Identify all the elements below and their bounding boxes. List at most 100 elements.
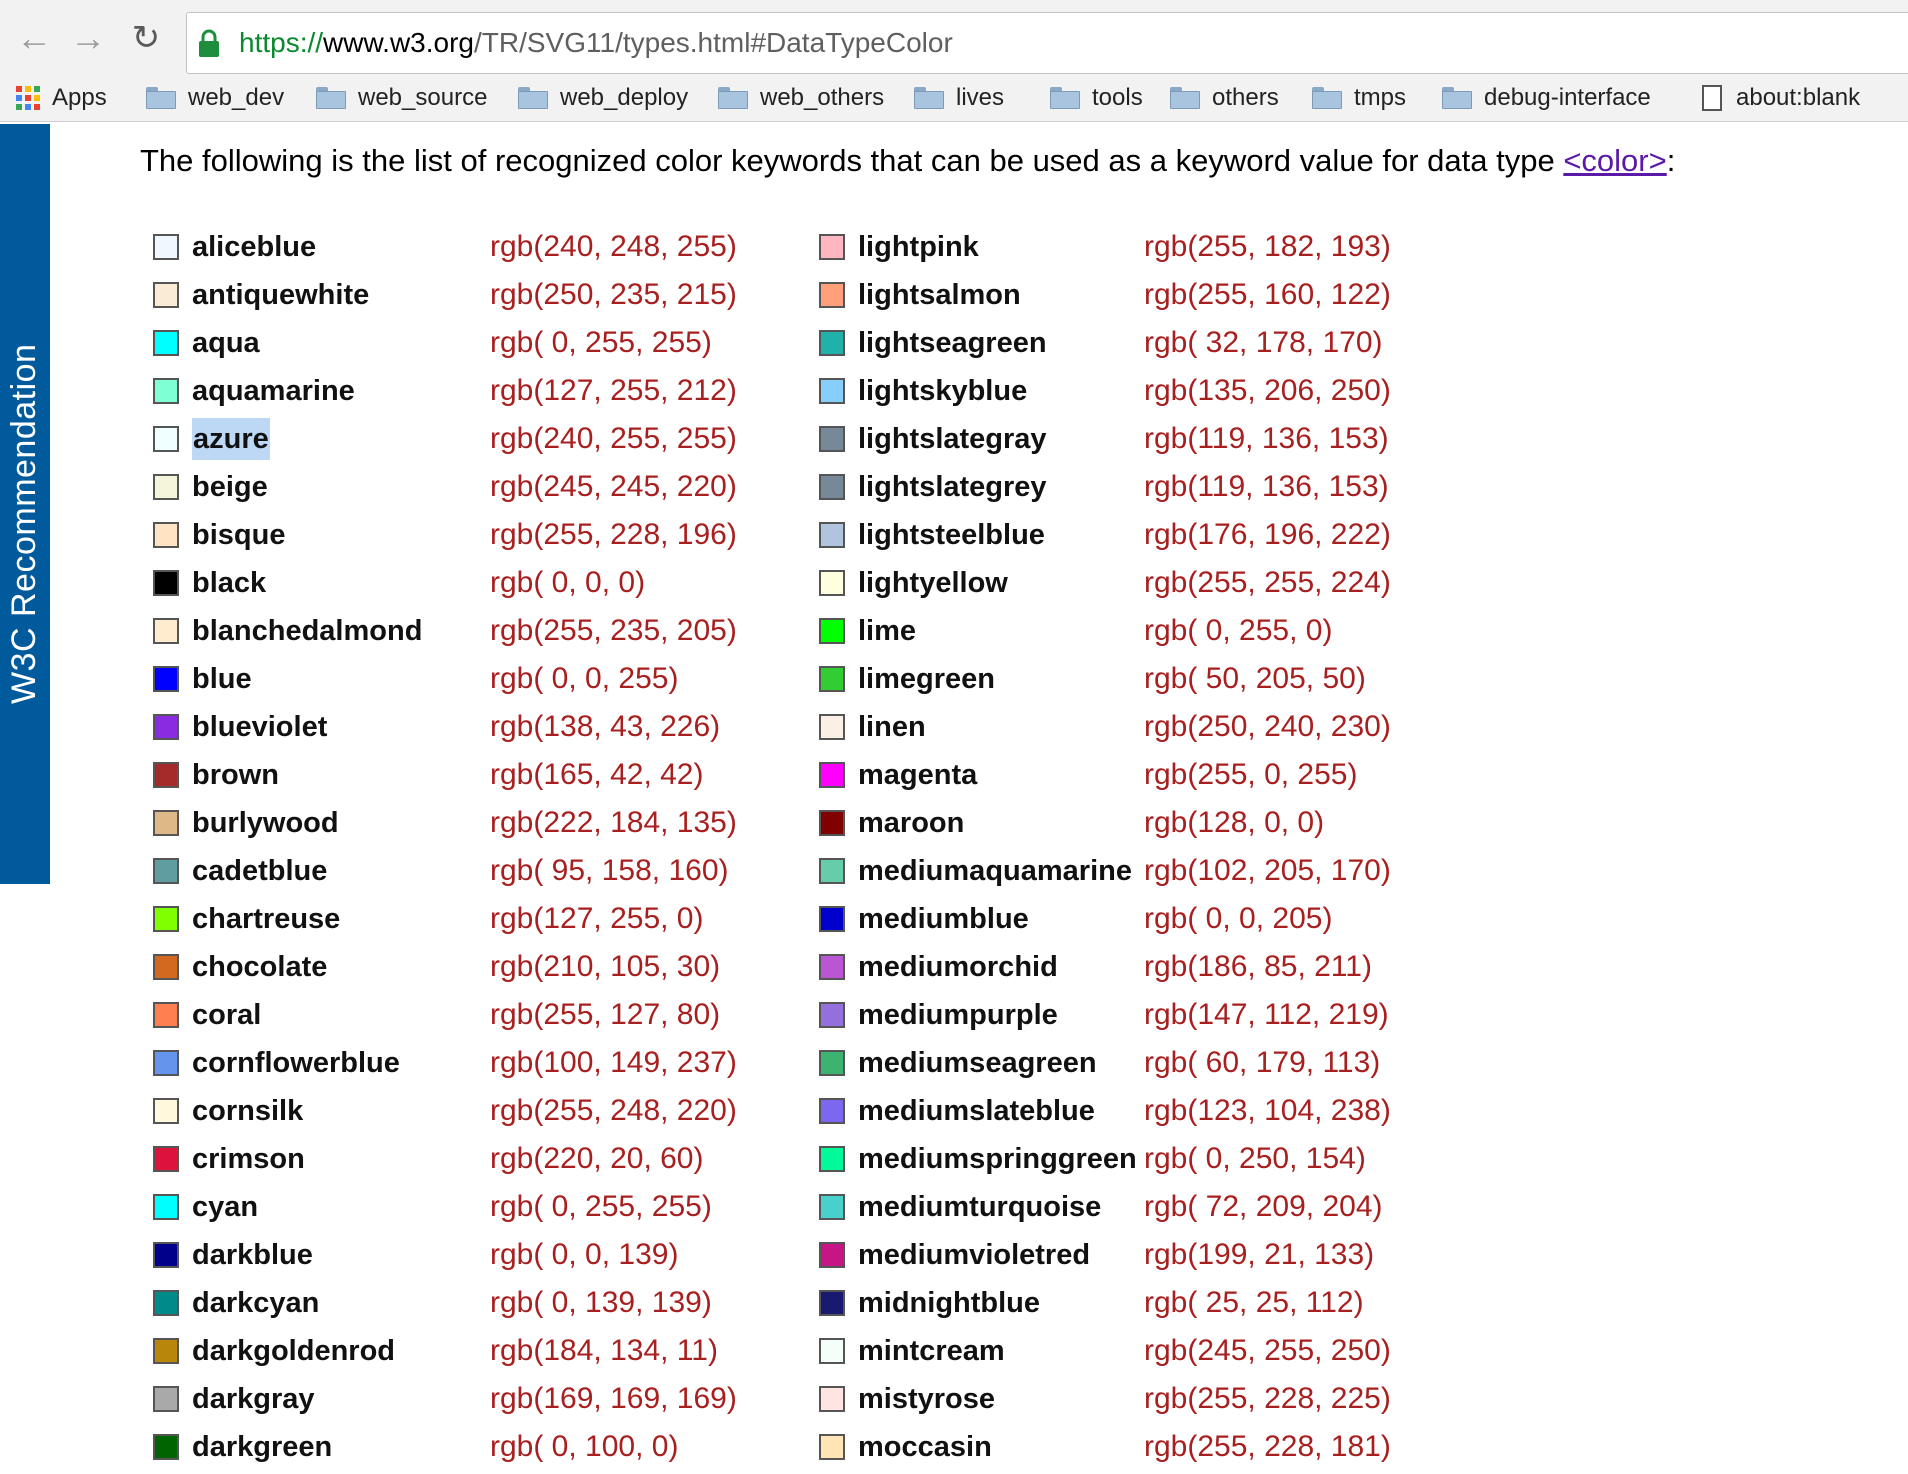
color-rgb-value: rgb(245, 255, 250) — [1144, 1334, 1391, 1367]
color-swatch — [153, 570, 179, 596]
back-arrow-icon[interactable]: ← — [14, 18, 54, 58]
folder-icon — [718, 87, 748, 109]
color-swatch — [153, 378, 179, 404]
color-name: lightseagreen — [858, 327, 1047, 359]
color-name: beige — [192, 471, 268, 503]
color-rgb-value: rgb(222, 184, 135) — [490, 806, 737, 839]
color-name: midnightblue — [858, 1287, 1041, 1319]
color-swatch — [819, 1194, 845, 1220]
color-datatype-link[interactable]: <color> — [1563, 143, 1666, 178]
color-rgb-value: rgb(255, 235, 205) — [490, 614, 737, 647]
color-name: lightyellow — [858, 567, 1008, 599]
color-swatch — [819, 378, 845, 404]
color-swatch — [819, 1290, 845, 1316]
bookmark-5[interactable]: web_others — [718, 78, 884, 118]
color-rgb-value: rgb(250, 235, 215) — [490, 278, 737, 311]
bookmark-label: web_source — [358, 84, 488, 111]
color-name: cadetblue — [192, 855, 328, 887]
color-swatch — [153, 474, 179, 500]
bookmark-label: Apps — [52, 84, 107, 111]
bookmark-10[interactable]: debug-interface — [1442, 78, 1651, 118]
bookmark-label: web_deploy — [560, 84, 689, 111]
bookmark-1[interactable]: Apps — [16, 78, 107, 118]
color-name: mediumturquoise — [858, 1191, 1102, 1223]
color-rgb-value: rgb(127, 255, 0) — [490, 902, 704, 935]
bookmark-label: web_others — [760, 84, 885, 111]
color-name: crimson — [192, 1143, 305, 1175]
folder-icon — [1442, 87, 1472, 109]
color-name: antiquewhite — [192, 279, 370, 311]
bookmark-label: lives — [956, 84, 1005, 111]
color-name: mintcream — [858, 1335, 1005, 1367]
color-rgb-value: rgb(165, 42, 42) — [490, 758, 704, 791]
url-text[interactable]: https://www.w3.org/TR/SVG11/types.html#D… — [239, 26, 953, 60]
reload-icon[interactable]: ↻ — [126, 18, 166, 58]
bookmark-4[interactable]: web_deploy — [518, 78, 688, 118]
address-bar[interactable]: https://www.w3.org/TR/SVG11/types.html#D… — [186, 12, 1908, 74]
color-rgb-value: rgb(255, 228, 181) — [1144, 1430, 1391, 1463]
bookmark-11[interactable]: about:blank — [1702, 78, 1860, 118]
bookmark-6[interactable]: lives — [914, 78, 1004, 118]
color-swatch — [819, 474, 845, 500]
color-rgb-value: rgb( 0, 0, 0) — [490, 566, 646, 599]
color-rgb-value: rgb(255, 248, 220) — [490, 1094, 737, 1127]
color-rgb-value: rgb(138, 43, 226) — [490, 710, 721, 743]
color-swatch — [819, 1386, 845, 1412]
forward-arrow-icon[interactable]: → — [68, 18, 108, 58]
color-swatch — [153, 1290, 179, 1316]
folder-icon — [1170, 87, 1200, 109]
color-name: coral — [192, 999, 262, 1031]
color-swatch — [153, 1242, 179, 1268]
color-swatch — [153, 1194, 179, 1220]
w3c-status-tab[interactable]: W3C Recommendation — [0, 124, 50, 884]
color-rgb-value: rgb( 0, 0, 255) — [490, 662, 679, 695]
color-name: aquamarine — [192, 375, 355, 407]
color-rgb-value: rgb(210, 105, 30) — [490, 950, 721, 983]
color-swatch — [819, 810, 845, 836]
bookmark-7[interactable]: tools — [1050, 78, 1143, 118]
color-swatch — [153, 1386, 179, 1412]
w3c-status-label: W3C Recommendation — [5, 343, 43, 704]
color-rgb-value: rgb(255, 182, 193) — [1144, 230, 1391, 263]
color-name: darkcyan — [192, 1287, 320, 1319]
color-rgb-value: rgb( 50, 205, 50) — [1144, 662, 1366, 695]
color-swatch — [153, 282, 179, 308]
folder-icon — [146, 87, 176, 109]
color-swatch — [153, 954, 179, 980]
color-name: azure — [192, 418, 270, 460]
color-name: mediumblue — [858, 903, 1029, 935]
url-host: www.w3.org — [323, 27, 474, 58]
bookmark-9[interactable]: tmps — [1312, 78, 1406, 118]
color-swatch — [153, 714, 179, 740]
color-rgb-value: rgb(176, 196, 222) — [1144, 518, 1391, 551]
color-rgb-value: rgb(135, 206, 250) — [1144, 374, 1391, 407]
color-name: mediumspringgreen — [858, 1143, 1137, 1175]
bookmark-8[interactable]: others — [1170, 78, 1279, 118]
color-name: magenta — [858, 759, 978, 791]
color-rgb-value: rgb(169, 169, 169) — [490, 1382, 737, 1415]
bookmarks-bar: Apps web_dev web_source web_deploy web_other… — [0, 78, 1908, 118]
color-swatch — [153, 666, 179, 692]
bookmark-2[interactable]: web_dev — [146, 78, 284, 118]
color-swatch — [153, 522, 179, 548]
color-name: linen — [858, 711, 926, 743]
color-swatch — [819, 1002, 845, 1028]
color-name: mediumseagreen — [858, 1047, 1097, 1079]
color-rgb-value: rgb(255, 255, 224) — [1144, 566, 1391, 599]
url-scheme: https:// — [239, 27, 324, 58]
color-name: cornflowerblue — [192, 1047, 400, 1079]
color-name: blanchedalmond — [192, 615, 423, 647]
color-swatch — [819, 666, 845, 692]
url-path: /TR/SVG11/types.html#DataTypeColor — [473, 27, 953, 58]
folder-icon — [914, 87, 944, 109]
color-swatch — [153, 426, 179, 452]
bookmark-3[interactable]: web_source — [316, 78, 487, 118]
color-name: darkgray — [192, 1383, 315, 1415]
color-swatch — [153, 1098, 179, 1124]
color-swatch — [153, 1002, 179, 1028]
color-name: limegreen — [858, 663, 995, 695]
color-rgb-value: rgb(123, 104, 238) — [1144, 1094, 1391, 1127]
color-name: lightskyblue — [858, 375, 1028, 407]
color-name: darkgoldenrod — [192, 1335, 396, 1367]
browser-toolbar: ← → ↻ https://www.w3.org/TR/SVG11/types.… — [0, 0, 1908, 122]
